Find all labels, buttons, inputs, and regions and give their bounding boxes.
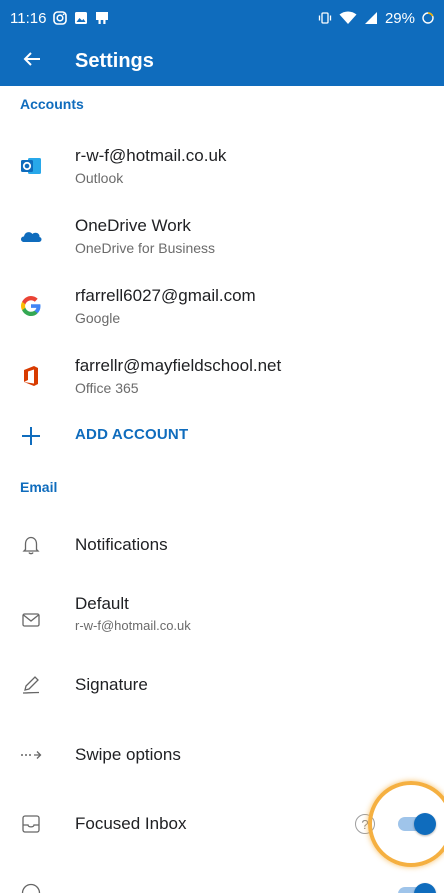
- account-email: rfarrell6027@gmail.com: [75, 285, 256, 305]
- add-account-label: ADD ACCOUNT: [75, 426, 189, 443]
- signal-icon: [364, 11, 378, 25]
- account-text: r-w-f@hotmail.co.uk Outlook: [75, 145, 226, 188]
- settings-item-swipe-options[interactable]: Swipe options: [0, 733, 444, 777]
- notifications-label: Notifications: [75, 535, 168, 554]
- email-header: Email: [20, 479, 58, 495]
- arrow-left-icon: [23, 51, 41, 72]
- status-left: 11:16: [10, 10, 109, 27]
- accounts-header: Accounts: [20, 96, 84, 112]
- swipe-icon: [16, 740, 46, 770]
- back-button[interactable]: [0, 36, 64, 86]
- plus-icon: [16, 421, 46, 451]
- settings-item-partial[interactable]: [0, 868, 444, 893]
- account-row-onedrive[interactable]: OneDrive Work OneDrive for Business: [0, 208, 444, 264]
- default-text: Default r-w-f@hotmail.co.uk: [75, 593, 191, 636]
- account-name: OneDrive Work: [75, 215, 191, 235]
- signature-label: Signature: [75, 675, 148, 694]
- gallery-icon: [74, 11, 88, 25]
- default-account: r-w-f@hotmail.co.uk: [75, 618, 191, 633]
- outlook-icon: [16, 151, 46, 181]
- account-row-office365[interactable]: farrellr@mayfieldschool.net Office 365: [0, 348, 444, 404]
- account-text: OneDrive Work OneDrive for Business: [75, 215, 215, 258]
- account-type: Google: [75, 309, 121, 326]
- account-text: farrellr@mayfieldschool.net Office 365: [75, 355, 281, 398]
- onedrive-icon: [16, 221, 46, 251]
- pen-icon: [16, 670, 46, 700]
- account-email: r-w-f@hotmail.co.uk: [75, 145, 227, 165]
- vibrate-icon: [318, 11, 332, 25]
- focused-inbox-label: Focused Inbox: [75, 814, 187, 833]
- app-bar: 11:16 29% Settings: [0, 0, 444, 86]
- account-row-google[interactable]: rfarrell6027@gmail.com Google: [0, 278, 444, 334]
- instagram-icon: [53, 11, 68, 25]
- settings-item-signature[interactable]: Signature: [0, 663, 444, 707]
- status-bar: 11:16 29%: [0, 0, 444, 36]
- info-icon: [16, 878, 46, 893]
- google-icon: [16, 291, 46, 321]
- settings-item-default[interactable]: Default r-w-f@hotmail.co.uk: [0, 588, 444, 648]
- add-account-button[interactable]: ADD ACCOUNT: [0, 418, 444, 454]
- wifi-icon: [339, 11, 357, 25]
- account-email: farrellr@mayfieldschool.net: [75, 355, 282, 375]
- page-title: Settings: [75, 49, 154, 72]
- account-text: rfarrell6027@gmail.com Google: [75, 285, 256, 328]
- flipboard-icon: [95, 11, 109, 25]
- default-label: Default: [75, 594, 129, 613]
- bell-icon: [16, 530, 46, 560]
- toggle-knob: [414, 883, 436, 893]
- swipe-options-label: Swipe options: [75, 745, 181, 764]
- inbox-icon: [16, 809, 46, 839]
- toolbar: Settings: [0, 36, 444, 86]
- battery-icon: [422, 11, 434, 25]
- tap-highlight: [368, 781, 444, 867]
- partial-toggle[interactable]: [398, 883, 436, 893]
- account-type: Office 365: [75, 379, 139, 396]
- account-row-outlook[interactable]: r-w-f@hotmail.co.uk Outlook: [0, 138, 444, 194]
- settings-item-notifications[interactable]: Notifications: [0, 523, 444, 567]
- envelope-icon: [16, 605, 46, 635]
- status-right: 29%: [318, 10, 434, 27]
- account-type: OneDrive for Business: [75, 239, 216, 256]
- status-time: 11:16: [10, 9, 47, 27]
- office365-icon: [16, 361, 46, 391]
- account-type: Outlook: [75, 169, 124, 186]
- battery-percent: 29%: [384, 9, 415, 27]
